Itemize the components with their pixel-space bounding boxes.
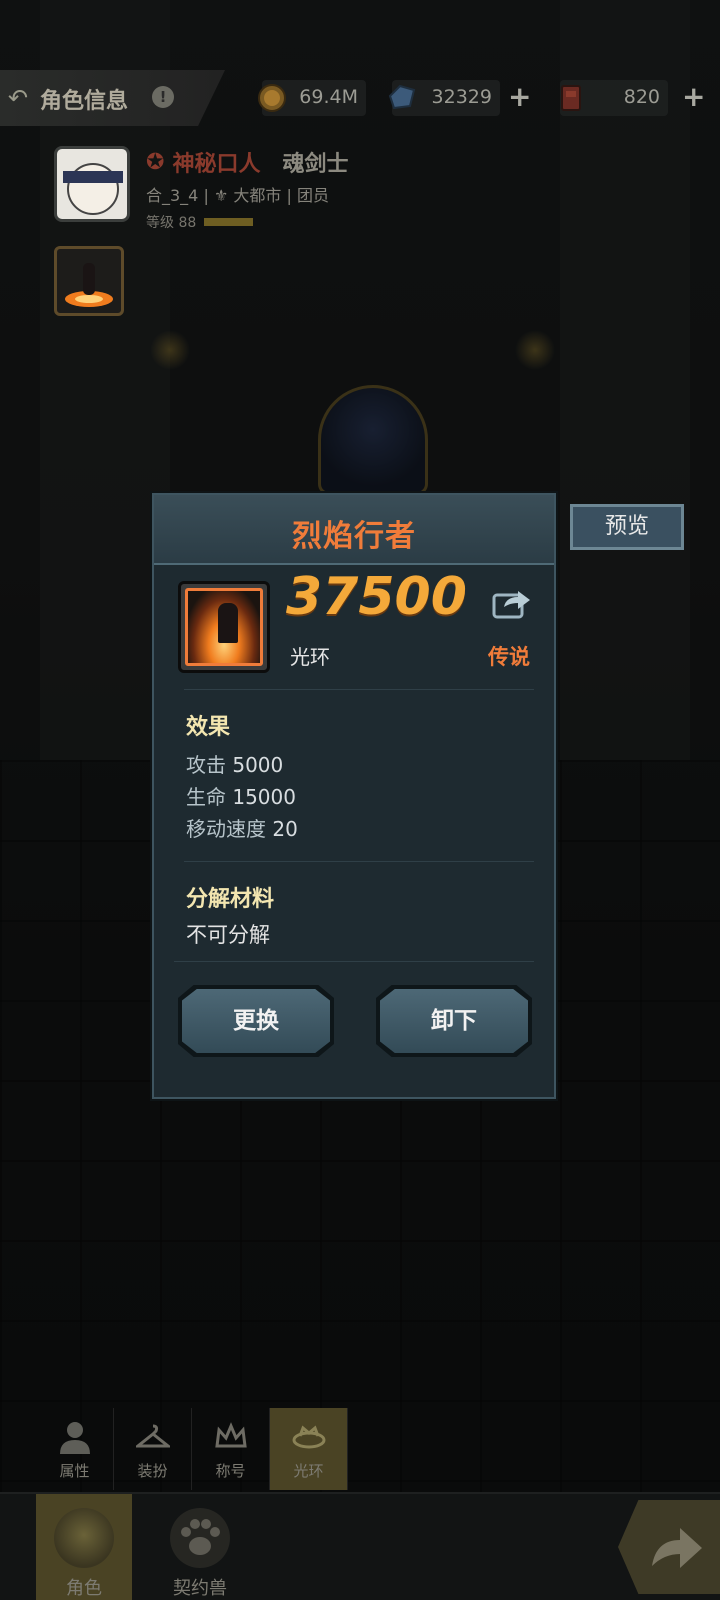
top-bar: ↶ 角色信息 ! 69.4M 32329 + 820 + xyxy=(0,70,720,126)
back-arrow-icon[interactable]: ↶ xyxy=(8,84,28,112)
page-title: 角色信息 xyxy=(40,89,129,114)
preview-button[interactable]: 预览 xyxy=(570,504,684,550)
crown-icon xyxy=(215,1422,247,1448)
stat-value: 5000 xyxy=(232,753,284,777)
stat-key: 生命 xyxy=(186,785,226,809)
ticket-icon xyxy=(561,85,581,111)
tab-title[interactable]: 称号 xyxy=(192,1408,270,1490)
guild-row: 合_3_4 | ⚜ 大都市 | 团员 xyxy=(146,182,348,206)
replace-button-label: 更换 xyxy=(182,989,330,1053)
gold-currency: 69.4M xyxy=(258,80,366,116)
stat-key: 攻击 xyxy=(186,753,226,777)
share-icon[interactable] xyxy=(492,585,532,621)
player-class: 魂剑士 xyxy=(282,152,349,177)
stat-move-speed: 移动速度 20 xyxy=(186,813,298,842)
flame-aura-icon xyxy=(185,588,263,666)
avatar-headband xyxy=(63,171,123,183)
profile-info: ✪ 神秘口人 魂剑士 合_3_4 | ⚜ 大都市 | 团员 等级 88 xyxy=(146,146,348,232)
helmet-icon xyxy=(54,1508,114,1568)
item-type: 光环 xyxy=(290,645,330,669)
equipped-aura-slot[interactable] xyxy=(54,246,124,316)
tab-aura[interactable]: 光环 xyxy=(270,1408,348,1490)
person-icon xyxy=(60,1422,90,1454)
server-name: 合_3_4 xyxy=(146,186,199,205)
tab-label: 装扮 xyxy=(137,1462,168,1480)
arrow-right-icon xyxy=(652,1528,702,1568)
level-progress-bar xyxy=(204,218,254,226)
item-icon xyxy=(178,581,270,673)
sub-tab-bar: 属性 装扮 称号 光环 xyxy=(36,1408,348,1490)
diamond-currency: 32329 xyxy=(388,80,500,116)
divider xyxy=(184,689,534,690)
add-diamond-button[interactable]: + xyxy=(508,83,531,111)
next-button[interactable] xyxy=(618,1500,720,1594)
stat-attack: 攻击 5000 xyxy=(186,749,283,778)
rarity-label: 传说 xyxy=(488,645,530,669)
guild-role: 团员 xyxy=(296,186,329,205)
divider xyxy=(174,961,534,962)
ticket-currency: 820 xyxy=(560,80,668,116)
divider xyxy=(184,861,534,862)
stat-health: 生命 15000 xyxy=(186,781,296,810)
separator: | xyxy=(286,186,292,205)
halo-icon xyxy=(292,1425,326,1449)
material-note: 不可分解 xyxy=(186,923,270,947)
level-row: 等级 88 xyxy=(146,212,348,232)
tab-label: 契约兽 xyxy=(173,1578,227,1599)
add-ticket-button[interactable]: + xyxy=(682,83,705,111)
item-figure xyxy=(218,603,238,643)
guild-emblem-icon: ⚜ xyxy=(213,186,229,205)
material-title: 分解材料 xyxy=(186,887,275,912)
level-label: 等级 88 xyxy=(146,215,197,231)
bottom-nav: 角色 契约兽 xyxy=(0,1492,720,1600)
modal-header: 烈焰行者 xyxy=(154,495,554,565)
player-name: 神秘口人 xyxy=(172,152,261,177)
page-title-tab: ↶ 角色信息 ! xyxy=(0,70,225,126)
rank-emblem-icon: ✪ xyxy=(146,149,165,175)
gold-coin-icon xyxy=(258,84,286,112)
diamond-icon xyxy=(388,84,416,110)
paw-icon xyxy=(170,1508,230,1568)
item-name: 烈焰行者 xyxy=(292,519,416,554)
guild-name: 大都市 xyxy=(233,186,282,205)
hanger-icon xyxy=(136,1424,170,1448)
tab-character[interactable]: 角色 xyxy=(36,1494,132,1600)
ticket-amount: 820 xyxy=(623,86,660,108)
tab-label: 称号 xyxy=(215,1462,246,1480)
unequip-button[interactable]: 卸下 xyxy=(376,985,532,1057)
tab-label: 角色 xyxy=(66,1578,102,1599)
tab-attributes[interactable]: 属性 xyxy=(36,1408,114,1490)
item-detail-modal: 烈焰行者 37500 光环 传说 效果 攻击 5000 生命 15000 移动速… xyxy=(152,493,556,1099)
avatar[interactable] xyxy=(54,146,130,222)
tab-label: 属性 xyxy=(59,1462,90,1480)
replace-button[interactable]: 更换 xyxy=(178,985,334,1057)
flame-aura-icon xyxy=(65,263,113,307)
name-row: ✪ 神秘口人 魂剑士 xyxy=(146,146,348,178)
stat-value: 15000 xyxy=(232,785,296,809)
info-icon[interactable]: ! xyxy=(152,86,174,108)
separator: | xyxy=(203,186,209,205)
power-score: 37500 xyxy=(286,567,467,627)
unequip-button-label: 卸下 xyxy=(380,989,528,1053)
tab-contract-beast[interactable]: 契约兽 xyxy=(152,1494,248,1600)
tab-outfit[interactable]: 装扮 xyxy=(114,1408,192,1490)
effects-title: 效果 xyxy=(186,715,231,740)
stat-value: 20 xyxy=(272,817,298,841)
diamond-amount: 32329 xyxy=(431,86,492,108)
stat-key: 移动速度 xyxy=(186,817,266,841)
gold-amount: 69.4M xyxy=(299,86,358,108)
tab-label: 光环 xyxy=(293,1462,324,1480)
